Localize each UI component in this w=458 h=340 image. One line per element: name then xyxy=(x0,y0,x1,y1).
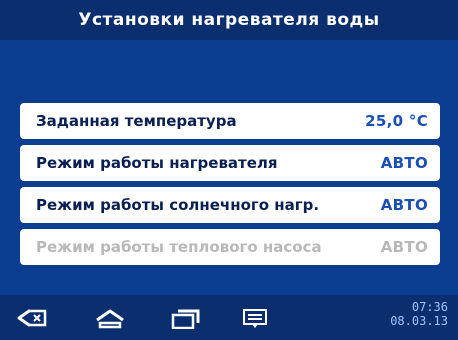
setting-value: АВТО xyxy=(380,154,428,172)
setting-label: Заданная температура xyxy=(36,112,237,130)
setting-solar-heater-mode[interactable]: Режим работы солнечного нагр. АВТО xyxy=(18,185,442,225)
clock-time: 07:36 xyxy=(411,300,448,314)
clock-date: 08.03.13 xyxy=(390,314,448,328)
setting-value: 25,0 °C xyxy=(365,112,428,130)
home-icon xyxy=(96,309,124,329)
setting-label: Режим работы теплового насоса xyxy=(36,238,322,256)
system-nav-bar: 07:36 08.03.13 xyxy=(0,295,458,340)
setting-label: Режим работы солнечного нагр. xyxy=(36,196,320,214)
home-button[interactable] xyxy=(90,305,130,331)
back-icon xyxy=(17,309,47,327)
back-button[interactable] xyxy=(12,305,52,331)
page-title: Установки нагревателя воды xyxy=(78,10,380,30)
clock: 07:36 08.03.13 xyxy=(390,300,448,328)
setting-value: АВТО xyxy=(380,196,428,214)
setting-value: АВТО xyxy=(380,238,428,256)
setting-heater-mode[interactable]: Режим работы нагревателя АВТО xyxy=(18,143,442,183)
window-title-bar: Установки нагревателя воды xyxy=(0,0,458,41)
recent-apps-icon xyxy=(171,309,200,329)
menu-icon xyxy=(243,309,267,328)
recent-apps-button[interactable] xyxy=(165,305,205,331)
menu-button[interactable] xyxy=(235,305,275,331)
setting-label: Режим работы нагревателя xyxy=(36,154,278,172)
setting-heat-pump-mode: Режим работы теплового насоса АВТО xyxy=(18,227,442,267)
setting-target-temperature[interactable]: Заданная температура 25,0 °C xyxy=(18,101,442,141)
settings-panel: Заданная температура 25,0 °C Режим работ… xyxy=(0,40,458,295)
